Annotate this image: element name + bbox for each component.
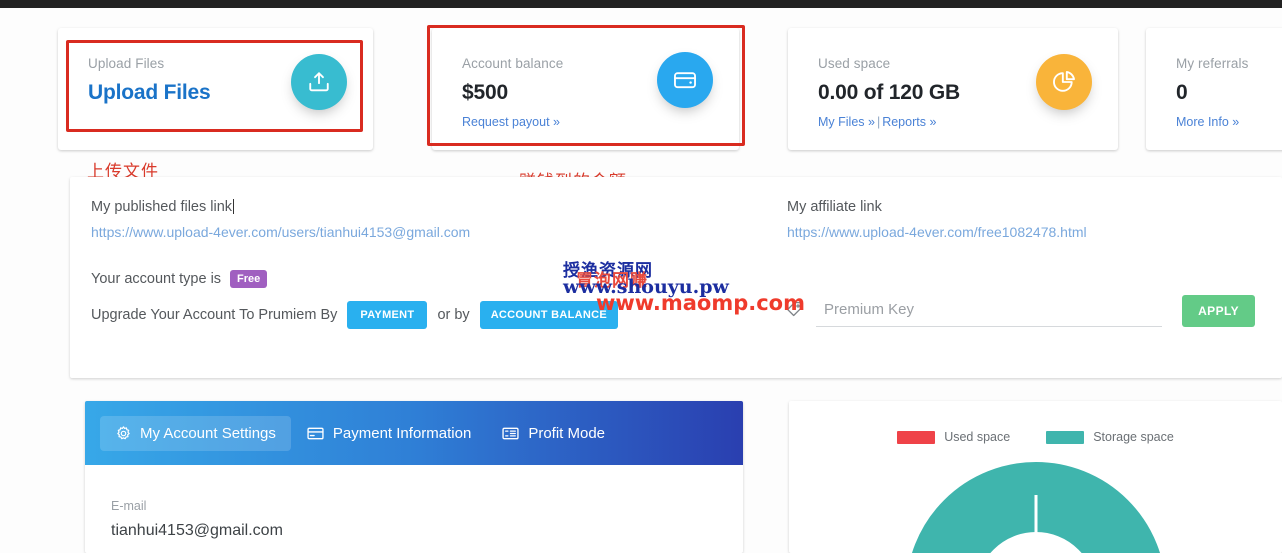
top-bar [0,0,1282,8]
request-payout-link[interactable]: Request payout » [462,115,560,129]
stat-card-label: My referrals [1176,56,1249,71]
stat-card-links: My Files » | Reports » [818,115,1092,130]
upgrade-text: Upgrade Your Account To Prumiem By [91,307,338,323]
account-balance-button[interactable]: ACCOUNT BALANCE [479,301,619,329]
affiliate-link-label: My affiliate link [787,199,882,215]
gear-icon [115,425,132,442]
apply-button[interactable]: APPLY [1182,295,1255,327]
text-caret [233,199,235,214]
email-value: tianhui4153@gmail.com [111,522,283,539]
tag-icon [785,299,807,324]
reports-link[interactable]: Reports » [882,115,936,129]
legend-item-used-space: Used space [897,430,1010,444]
published-files-url[interactable]: https://www.upload-4ever.com/users/tianh… [91,223,751,242]
stat-card-upload-files[interactable]: Upload Files Upload Files [58,28,373,150]
stat-card-links: Request payout » [462,115,713,130]
stat-card-used-space[interactable]: Used space 0.00 of 120 GB My Files » | Rep… [788,28,1118,150]
premium-key-input[interactable] [816,295,1163,327]
affiliate-url[interactable]: https://www.upload-4ever.com/free1082478… [787,223,1257,242]
tab-my-account-settings[interactable]: My Account Settings [100,415,291,451]
wallet-icon [657,52,713,108]
account-type-badge: Free [230,270,268,288]
upgrade-or-text: or by [437,307,470,323]
my-files-link[interactable]: My Files » [818,115,875,129]
tab-label: Payment Information [332,424,472,442]
legend-swatch-storage-space [1046,430,1085,444]
stat-cards-row: Upload Files Upload Files Account balanc… [0,28,1282,150]
published-link-group: My published files link https://www.uplo… [91,197,751,242]
published-files-link-label-text: My published files link [91,199,233,215]
credit-card-icon [306,424,325,443]
tab-bar: My Account Settings Payment Information [85,401,743,465]
upgrade-row: Upgrade Your Account To Prumiem By PAYME… [91,301,628,329]
email-label: E-mail [111,499,147,513]
donut-chart-svg [911,462,1160,553]
affiliate-link-group: My affiliate link https://www.upload-4ev… [787,197,1257,242]
legend-label: Used space [944,430,1011,444]
upload-cloud-icon [291,54,347,110]
account-type-text: Your account type is [91,271,222,287]
pie-chart-icon [1036,54,1092,110]
account-settings-panel: My Account Settings Payment Information [85,401,743,553]
tab-profit-mode[interactable]: Profit Mode [486,415,620,452]
stat-card-value: 0 [1176,81,1188,104]
stat-card-links: More Info » [1176,115,1282,130]
premium-key-row: APPLY [785,295,1255,327]
published-files-link-label: My published files link [91,197,751,217]
stat-card-my-referrals[interactable]: My referrals 0 More Info » [1146,28,1282,150]
tab-content-account-settings: E-mail tianhui4153@gmail.com [85,465,743,541]
id-card-icon [501,424,520,443]
tab-label: Profit Mode [528,424,606,442]
account-type-row: Your account type is Free [91,270,268,288]
legend-swatch-used-space [897,430,936,444]
payment-button[interactable]: PAYMENT [347,301,428,329]
page-root: Upload Files Upload Files Account balanc… [0,0,1282,553]
tab-payment-information[interactable]: Payment Information [291,415,486,452]
storage-chart-panel: Used space Storage space [789,401,1282,553]
legend-label: Storage space [1093,430,1174,444]
legend-item-storage-space: Storage space [1046,430,1174,444]
link-separator: | [876,115,881,129]
account-info-panel: My published files link https://www.uplo… [70,177,1282,378]
stat-card-account-balance[interactable]: Account balance $500 Request payout » [432,28,739,150]
donut-chart [789,457,1282,553]
chart-legend: Used space Storage space [789,430,1282,444]
tab-label: My Account Settings [140,424,276,442]
more-info-link[interactable]: More Info » [1176,115,1239,129]
